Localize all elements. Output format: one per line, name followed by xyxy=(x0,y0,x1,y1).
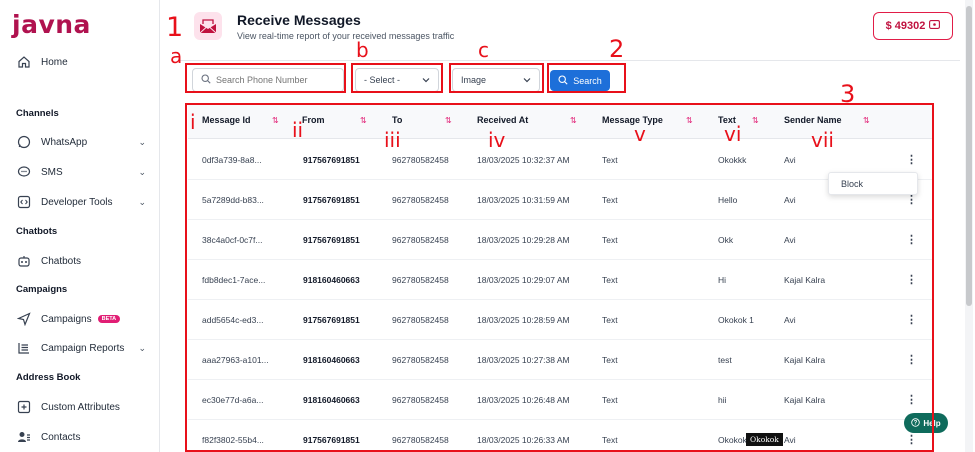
annotation-label-1: 1 xyxy=(166,12,184,43)
sidebar-item-sms[interactable]: SMS ⌄ xyxy=(16,164,146,180)
report-icon xyxy=(16,340,32,356)
beta-badge: BETA xyxy=(97,315,121,323)
annotation-label-iv: iv xyxy=(488,128,506,152)
sidebar-item-contacts[interactable]: Contacts xyxy=(16,429,146,445)
annotation-label-a: a xyxy=(170,44,183,68)
sidebar: javna Home Channels WhatsApp ⌄ SMS ⌄ Dev… xyxy=(0,0,160,452)
sidebar-item-label: SMS xyxy=(41,166,63,178)
sidebar-item-custom-attributes[interactable]: Custom Attributes xyxy=(16,399,146,415)
section-address-book: Address Book xyxy=(16,372,81,383)
chevron-down-icon[interactable]: ⌄ xyxy=(138,167,146,178)
send-icon xyxy=(16,311,32,327)
sidebar-item-label: WhatsApp xyxy=(41,136,88,148)
annotation-box-b xyxy=(351,63,443,93)
annotation-label-vi: vi xyxy=(724,122,742,146)
home-icon xyxy=(16,54,32,70)
sidebar-item-label: Chatbots xyxy=(41,255,82,267)
annotation-label-vii: vii xyxy=(811,128,834,152)
annotation-label-2: 2 xyxy=(609,35,625,63)
sidebar-item-campaign-reports[interactable]: Campaign Reports ⌄ xyxy=(16,340,146,356)
sidebar-item-label: Home xyxy=(41,56,68,68)
header-divider xyxy=(180,60,960,61)
chevron-down-icon[interactable]: ⌄ xyxy=(138,197,146,208)
sidebar-item-label: Campaigns xyxy=(41,313,92,325)
annotation-label-3: 3 xyxy=(840,80,856,108)
sidebar-item-whatsapp[interactable]: WhatsApp ⌄ xyxy=(16,134,146,150)
page-scrollbar[interactable] xyxy=(965,0,973,452)
robot-icon xyxy=(16,253,32,269)
sidebar-item-campaigns[interactable]: Campaigns BETA xyxy=(16,311,146,327)
annotation-label-c: c xyxy=(478,38,489,62)
sidebar-item-label: Contacts xyxy=(41,431,81,443)
chat-bubble-icon xyxy=(16,164,32,180)
annotation-label-i: i xyxy=(190,110,196,134)
annotation-label-iii: iii xyxy=(384,128,401,152)
balance-value: $ 49302 xyxy=(885,20,926,32)
sidebar-item-label: Developer Tools xyxy=(41,196,113,208)
chevron-down-icon[interactable]: ⌄ xyxy=(138,343,146,354)
annotation-box-a xyxy=(185,63,346,93)
sidebar-item-label: Custom Attributes xyxy=(41,401,120,413)
annotation-label-ii: ii xyxy=(292,118,304,142)
section-channels: Channels xyxy=(16,108,59,119)
whatsapp-icon xyxy=(16,134,32,150)
sidebar-item-home[interactable]: Home xyxy=(16,54,146,70)
section-campaigns: Campaigns xyxy=(16,284,68,295)
page-title: Receive Messages xyxy=(237,12,361,28)
sidebar-item-chatbots[interactable]: Chatbots xyxy=(16,253,146,269)
balance-button[interactable]: $ 49302 xyxy=(873,12,953,40)
page-subtitle: View real-time report of your received m… xyxy=(237,31,455,41)
code-icon xyxy=(16,194,32,210)
annotation-box-3 xyxy=(185,103,934,452)
add-attribute-icon xyxy=(16,399,32,415)
scrollbar-thumb[interactable] xyxy=(966,6,972,306)
wallet-icon xyxy=(929,20,941,32)
chevron-down-icon[interactable]: ⌄ xyxy=(138,137,146,148)
inbox-mail-icon xyxy=(194,12,222,40)
annotation-label-b: b xyxy=(356,38,369,62)
sidebar-item-label: Campaign Reports xyxy=(41,342,125,354)
annotation-label-v: v xyxy=(634,122,646,146)
contacts-icon xyxy=(16,429,32,445)
javna-logo[interactable]: javna xyxy=(12,10,91,39)
sidebar-item-developer-tools[interactable]: Developer Tools ⌄ xyxy=(16,194,146,210)
annotation-box-2 xyxy=(547,63,626,93)
section-chatbots: Chatbots xyxy=(16,226,58,237)
annotation-box-c xyxy=(449,63,544,93)
